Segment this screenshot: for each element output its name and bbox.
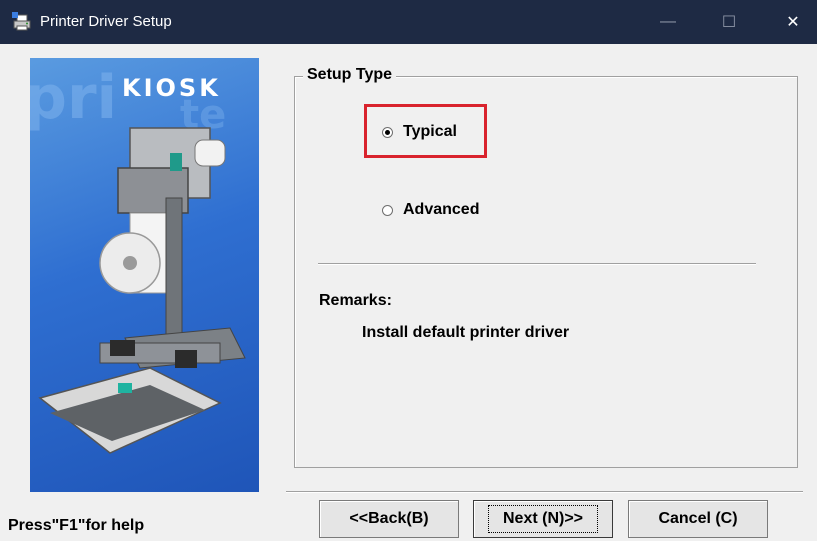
radio-typical-label[interactable]: Typical	[403, 123, 457, 141]
cancel-button[interactable]: Cancel (C)	[628, 500, 768, 538]
setup-type-title: Setup Type	[303, 66, 397, 84]
footer-separator	[286, 491, 803, 493]
help-hint: Press"F1"for help	[8, 517, 145, 534]
maximize-icon[interactable]: ☐	[706, 0, 752, 44]
next-button[interactable]: Next (N)>>	[473, 500, 613, 538]
printer-setup-icon	[12, 12, 31, 31]
radio-advanced[interactable]: Advanced	[382, 201, 479, 219]
cancel-button-label: Cancel (C)	[658, 510, 738, 527]
remarks-text: Install default printer driver	[362, 324, 570, 341]
setup-window: Printer Driver Setup — ☐ ✕ pri te KIOSK …	[0, 0, 817, 541]
group-separator	[318, 263, 756, 265]
radio-advanced-label[interactable]: Advanced	[403, 201, 479, 219]
radio-typical[interactable]: Typical	[382, 123, 457, 141]
window-title: Printer Driver Setup	[40, 13, 172, 30]
radio-typical-indicator[interactable]	[382, 126, 393, 138]
radio-advanced-indicator[interactable]	[382, 204, 393, 216]
kiosk-printer-illustration: pri te	[30, 63, 246, 454]
back-button[interactable]: <<Back(B)	[319, 500, 459, 538]
minimize-icon[interactable]: —	[645, 0, 691, 44]
next-button-label: Next (N)>>	[487, 505, 599, 533]
kiosk-printer-image: pri te KIOSK	[30, 58, 259, 492]
back-button-label: <<Back(B)	[349, 510, 429, 527]
remarks-title: Remarks:	[319, 292, 392, 309]
title-bar[interactable]: Printer Driver Setup — ☐ ✕	[0, 0, 817, 44]
svg-text:pri: pri	[30, 63, 117, 133]
kiosk-brand-text: KIOSK	[122, 74, 221, 102]
close-icon[interactable]: ✕	[770, 0, 816, 44]
